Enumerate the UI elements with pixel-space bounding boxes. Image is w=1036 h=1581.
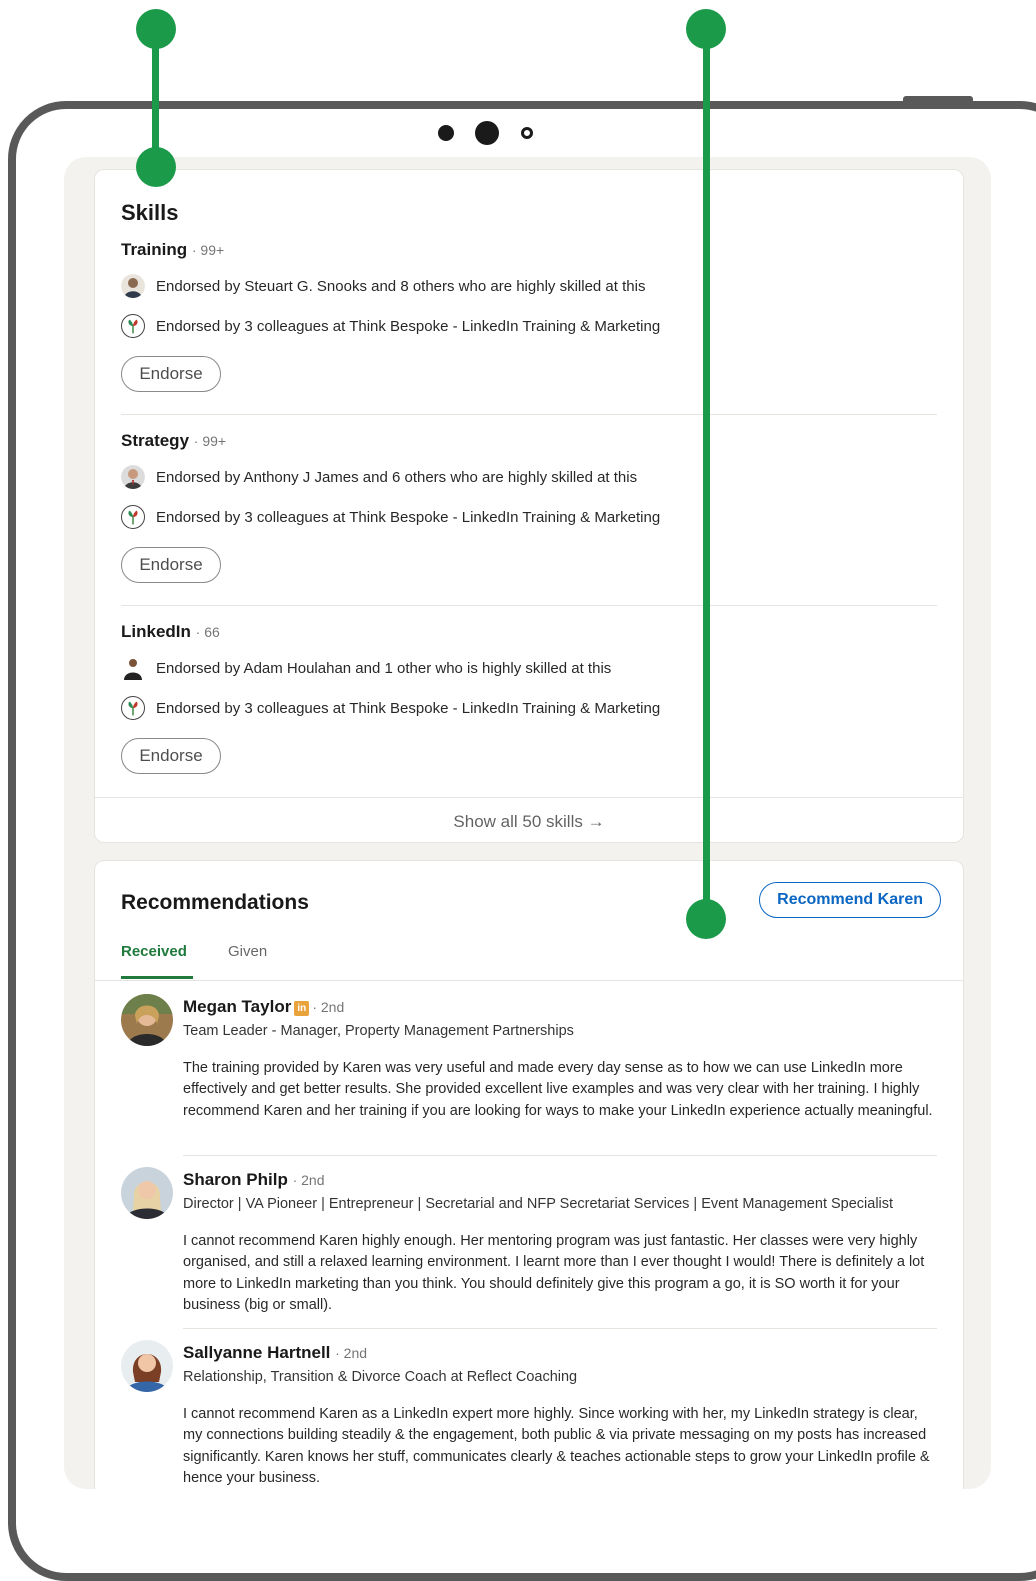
camera-sensor-icon [521,127,533,139]
tab-given[interactable]: Given [228,943,267,960]
skill-name: LinkedIn [121,622,191,641]
endorsed-by-people-text: Endorsed by Anthony J James and 6 others… [156,468,638,486]
endorse-button[interactable]: Endorse [121,356,221,392]
show-all-divider [95,797,963,798]
annotation-pin-recommend [686,899,726,939]
annotation-pin-line-right [703,28,710,918]
endorsed-by-colleagues[interactable]: Endorsed by 3 colleagues at Think Bespok… [121,694,660,722]
skill-name: Training [121,240,188,259]
recommendation-item: Sharon Philp · 2nd Director | VA Pioneer… [121,1167,937,1327]
endorse-button[interactable]: Endorse [121,738,221,774]
skills-title: Skills [121,200,179,225]
skill-count: · 99+ [193,433,227,449]
annotation-pin-top-left [136,9,176,49]
recommender-name-link[interactable]: Megan Taylor in · 2nd [183,997,344,1017]
camera-dot-left [438,125,454,141]
recommender-name: Megan Taylor [183,997,292,1016]
recommendation-text: I cannot recommend Karen highly enough. … [183,1233,925,1313]
endorsed-by-people[interactable]: Endorsed by Anthony J James and 6 others… [121,463,637,491]
recommendation-item: Megan Taylor in · 2nd Team Leader - Manage… [121,994,937,1154]
avatar[interactable] [121,994,173,1046]
skill-divider [121,605,937,606]
avatar-photo-icon [121,1340,173,1392]
linkedin-badge-icon: in [294,1001,310,1016]
connection-degree: · 2nd [335,1345,368,1361]
avatar-photo-icon [124,659,142,680]
avatar[interactable] [121,1340,173,1392]
skill-count: · 66 [195,624,220,640]
recommender-name: Sharon Philp [183,1170,288,1189]
skill-divider [121,414,937,415]
skill-item-training: Training · 99+ Endorsed by Steuart G. Sn… [121,240,937,430]
avatar-photo-icon [121,274,145,298]
endorsed-by-colleagues[interactable]: Endorsed by 3 colleagues at Think Bespok… [121,312,660,340]
skill-item-strategy: Strategy · 99+ Endorsed by Anthony J Jam… [121,431,937,621]
recommender-headline: Director | VA Pioneer | Entrepreneur | S… [183,1196,894,1212]
show-all-skills-link[interactable]: Show all 50 skills → [95,812,963,832]
recommendation-divider [183,1328,937,1329]
endorsed-by-people[interactable]: Endorsed by Adam Houlahan and 1 other wh… [121,654,611,682]
skill-count: · 99+ [191,242,225,258]
endorsed-by-people-text: Endorsed by Adam Houlahan and 1 other wh… [156,659,612,677]
recommender-name-link[interactable]: Sharon Philp · 2nd [183,1170,325,1190]
endorsed-by-colleagues-text: Endorsed by 3 colleagues at Think Bespok… [156,699,661,717]
endorse-button[interactable]: Endorse [121,547,221,583]
annotation-pin-skills [136,147,176,187]
recommendations-card: Recommendations Recommend Karen Received… [94,860,964,1489]
avatar-photo-icon [121,465,145,489]
recommendation-divider [183,1155,937,1156]
recommender-headline: Relationship, Transition & Divorce Coach… [183,1369,578,1385]
skill-name: Strategy [121,431,190,450]
skill-name-link[interactable]: Strategy · 99+ [121,431,226,451]
skills-card: Skills Training · 99+ Endorsed by Steuar… [94,169,964,843]
screen: Skills Training · 99+ Endorsed by Steuar… [64,157,991,1489]
recommendation-text: I cannot recommend Karen as a LinkedIn e… [183,1406,930,1486]
think-bespoke-leaf-logo-icon [121,505,145,529]
endorsed-by-colleagues[interactable]: Endorsed by 3 colleagues at Think Bespok… [121,503,660,531]
skill-item-linkedin: LinkedIn · 66 Endorsed by Adam Houlahan … [121,622,937,812]
avatar-photo-icon [121,994,173,1046]
recommendation-text: The training provided by Karen was very … [183,1060,933,1119]
endorsed-by-colleagues-text: Endorsed by 3 colleagues at Think Bespok… [156,508,661,526]
active-tab-indicator [121,976,193,979]
recommend-karen-button[interactable]: Recommend Karen [759,882,941,918]
recommendation-item: Sallyanne Hartnell · 2nd Relationship, T… [121,1340,937,1489]
endorsed-by-colleagues-text: Endorsed by 3 colleagues at Think Bespok… [156,317,661,335]
skill-name-link[interactable]: Training · 99+ [121,240,224,260]
camera-lens-icon [475,121,499,145]
think-bespoke-leaf-logo-icon [121,696,145,720]
connection-degree: · 2nd [292,1172,325,1188]
tab-received[interactable]: Received [121,943,187,960]
tabs-divider [95,980,963,981]
annotation-pin-top-right [686,9,726,49]
recommender-name: Sallyanne Hartnell [183,1343,331,1362]
avatar-photo-icon [121,1167,173,1219]
connection-degree: · 2nd [312,999,345,1015]
avatar[interactable] [121,1167,173,1219]
recommender-headline: Team Leader - Manager, Property Manageme… [183,1023,574,1039]
skill-name-link[interactable]: LinkedIn · 66 [121,622,220,642]
recommender-name-link[interactable]: Sallyanne Hartnell · 2nd [183,1343,367,1363]
endorsed-by-people[interactable]: Endorsed by Steuart G. Snooks and 8 othe… [121,272,645,300]
think-bespoke-leaf-logo-icon [121,314,145,338]
endorsed-by-people-text: Endorsed by Steuart G. Snooks and 8 othe… [156,277,646,295]
recommendations-title: Recommendations [121,891,309,914]
